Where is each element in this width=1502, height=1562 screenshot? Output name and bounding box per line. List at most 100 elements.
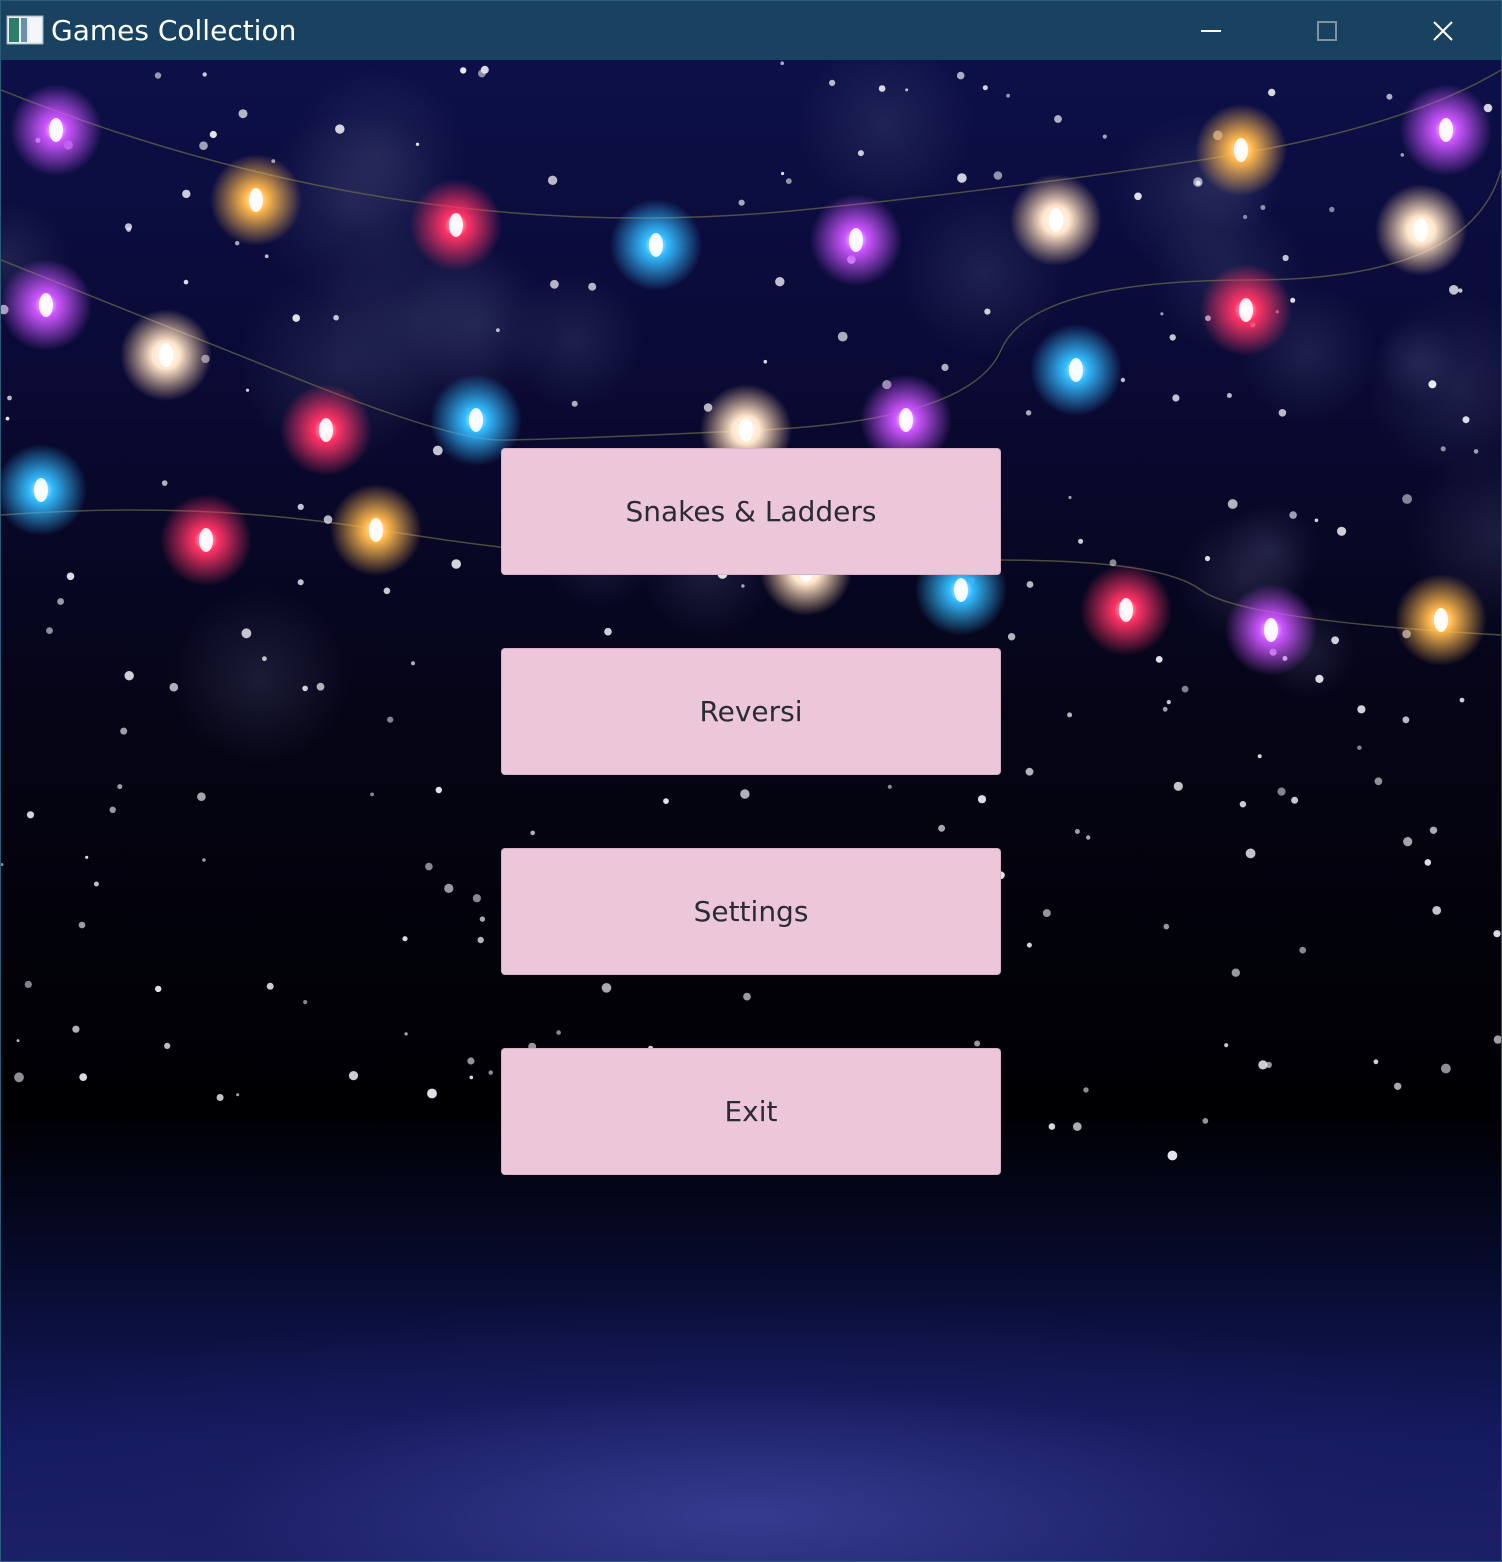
- light-bulb-core: [369, 518, 383, 542]
- snowflake: [479, 916, 486, 922]
- snowflake: [1429, 826, 1438, 834]
- snowflake: [297, 579, 304, 586]
- snowflake: [740, 789, 750, 799]
- snowflake: [404, 1032, 408, 1036]
- maximize-button[interactable]: [1269, 1, 1385, 60]
- snowflake: [202, 858, 206, 862]
- snowflake: [1493, 1035, 1501, 1044]
- snowflake: [169, 682, 179, 692]
- snowflake: [496, 328, 500, 333]
- snowflake: [435, 786, 442, 794]
- exit-button[interactable]: Exit: [501, 1048, 1001, 1175]
- snowflake: [197, 792, 206, 801]
- snowflake: [297, 503, 304, 510]
- snowflake: [941, 363, 949, 371]
- snowflake: [1265, 1061, 1272, 1069]
- snowflake: [1231, 968, 1241, 977]
- snowflake: [1299, 946, 1307, 954]
- snowflake: [415, 142, 420, 146]
- snowflake: [1357, 745, 1362, 750]
- snowflake: [266, 982, 274, 990]
- snowflake: [1277, 787, 1286, 796]
- snowflake: [1268, 88, 1276, 97]
- close-button[interactable]: [1385, 1, 1501, 60]
- snowflake: [1245, 848, 1256, 859]
- snowflake: [1331, 636, 1339, 645]
- snowflake: [155, 985, 162, 993]
- bokeh-circle: [170, 588, 350, 768]
- snowflake: [78, 921, 86, 929]
- snowflake: [905, 88, 909, 92]
- light-bulb-core: [1234, 138, 1248, 162]
- snowflake: [977, 795, 987, 804]
- snowflake: [7, 395, 12, 401]
- light-bulb-core: [469, 408, 483, 432]
- snowflake: [57, 598, 64, 605]
- snowflake: [1006, 93, 1010, 98]
- snowflake: [938, 824, 946, 832]
- snowflake: [1462, 416, 1470, 424]
- snowflake: [124, 223, 133, 231]
- snowflake: [183, 279, 189, 285]
- snowflake: [1459, 697, 1465, 703]
- snowflake: [1073, 1122, 1082, 1131]
- snowflake: [1314, 518, 1319, 523]
- snowflake: [1337, 526, 1347, 536]
- snowflake: [124, 671, 134, 681]
- string-lights-background: [1, 60, 1501, 1161]
- window-title: Games Collection: [51, 14, 297, 47]
- snowflake: [1260, 205, 1266, 210]
- main-menu-area: Snakes & Ladders Reversi Settings Exit: [1, 60, 1501, 1561]
- snowflake: [79, 1073, 88, 1081]
- snowflake: [1048, 1123, 1056, 1130]
- snowflake: [982, 85, 988, 91]
- snowflake: [1067, 712, 1073, 718]
- minimize-button[interactable]: [1153, 1, 1269, 60]
- title-bar[interactable]: Games Collection: [1, 1, 1501, 60]
- snowflake: [1243, 214, 1248, 220]
- snowflake: [1449, 285, 1459, 295]
- snowflake: [1282, 254, 1289, 262]
- light-bulb-core: [1069, 358, 1083, 382]
- snowflake: [460, 67, 467, 74]
- snowflake: [182, 189, 191, 199]
- light-bulb-core: [1264, 618, 1278, 642]
- light-bulb-core: [34, 478, 48, 502]
- snowflake: [1400, 153, 1405, 157]
- snowflake: [238, 109, 248, 119]
- snowflake: [216, 1094, 224, 1101]
- snowflake: [262, 656, 267, 662]
- snowflake: [1403, 837, 1413, 847]
- reversi-button[interactable]: Reversi: [501, 648, 1001, 775]
- snowflake: [1441, 1063, 1451, 1074]
- settings-button[interactable]: Settings: [501, 848, 1001, 975]
- light-bulb-core: [249, 188, 263, 212]
- light-bulb-core: [899, 408, 913, 432]
- maximize-icon: [1317, 20, 1337, 41]
- bokeh-circle: [1375, 319, 1459, 403]
- snowflake: [743, 992, 751, 1001]
- snowflake: [202, 72, 207, 77]
- snowflake: [1078, 538, 1084, 544]
- snowflake: [974, 1040, 981, 1047]
- snowflake: [785, 178, 792, 184]
- minimize-icon: [1201, 29, 1221, 32]
- light-bulb-core: [1049, 208, 1063, 232]
- snowflake: [264, 254, 269, 259]
- light-bulb-core: [1434, 608, 1448, 632]
- bokeh-circle: [1223, 502, 1319, 598]
- snowflake: [387, 716, 394, 723]
- snowflake: [1025, 410, 1032, 416]
- snowflake: [1428, 380, 1437, 389]
- light-bulb-core: [49, 118, 63, 142]
- snowflake: [1394, 1082, 1402, 1090]
- snowflake: [1386, 93, 1393, 100]
- snowflake: [1193, 177, 1203, 187]
- snowflake: [1202, 1118, 1209, 1124]
- light-bulb-core: [1414, 218, 1428, 242]
- snakes-ladders-button[interactable]: Snakes & Ladders: [501, 448, 1001, 575]
- snowflake: [763, 359, 768, 364]
- snowflake: [1169, 334, 1176, 341]
- snowflake: [547, 175, 558, 185]
- light-bulb-core: [954, 578, 968, 602]
